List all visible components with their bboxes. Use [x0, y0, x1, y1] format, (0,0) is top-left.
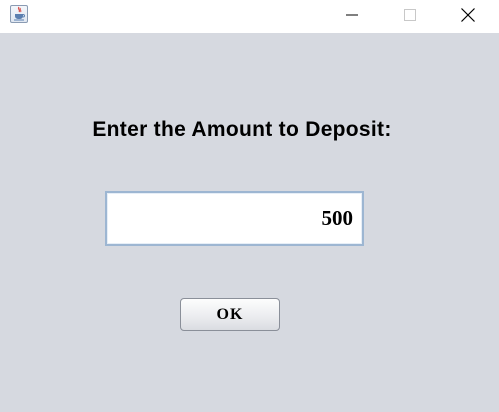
deposit-prompt-label: Enter the Amount to Deposit:	[92, 118, 392, 141]
deposit-window: Enter the Amount to Deposit: OK	[0, 0, 499, 412]
maximize-button[interactable]	[387, 0, 433, 30]
close-button[interactable]	[445, 0, 491, 30]
minimize-button[interactable]	[329, 0, 375, 30]
java-cup-icon[interactable]	[10, 5, 28, 23]
ok-button[interactable]: OK	[180, 298, 280, 331]
deposit-amount-input[interactable]	[105, 191, 364, 246]
maximize-icon	[404, 9, 416, 21]
title-bar	[0, 0, 499, 33]
close-icon	[461, 8, 475, 22]
minimize-icon	[346, 14, 358, 16]
